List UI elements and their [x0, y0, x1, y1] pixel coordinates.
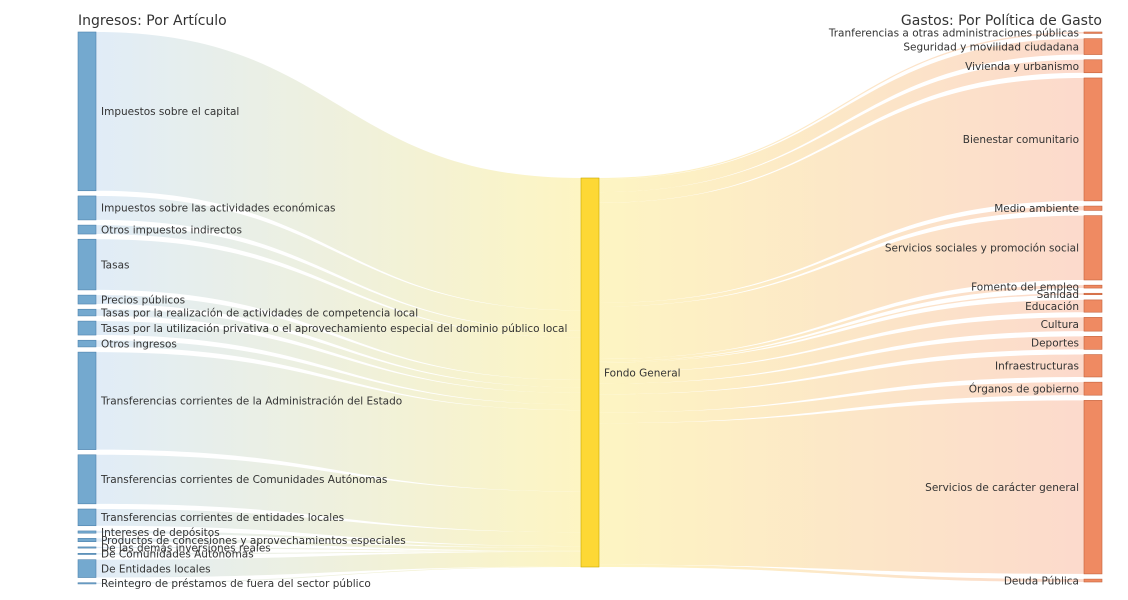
income-title: Ingresos: Por Artículo — [78, 13, 227, 29]
expense-node-fomento-del-empleo — [1083, 284, 1103, 289]
expense-label-cultura: Cultura — [1041, 319, 1079, 331]
expense-label-educacion: Educación — [1025, 301, 1079, 313]
income-node-de-entidades-locales — [77, 559, 97, 578]
expense-label-vivienda-y-urbanismo: Vivienda y urbanismo — [965, 61, 1079, 73]
income-label-transferencias-corrientes-de-entidades-locales: Transferencias corrientes de entidades l… — [100, 512, 344, 524]
expense-label-organos-de-gobierno: Órganos de gobierno — [969, 382, 1079, 395]
expense-node-deuda-publica — [1083, 578, 1103, 583]
income-label-reintegro-de-prestamos-de-fuera-del-sector-publico: Reintegro de préstamos de fuera del sect… — [101, 578, 371, 590]
income-node-productos-de-concesiones-y-aprovechamientos-especiales — [77, 538, 97, 543]
expense-node-educacion — [1083, 299, 1103, 313]
income-node-impuestos-sobre-el-capital — [77, 31, 97, 192]
income-label-precios-publicos: Precios públicos — [101, 294, 185, 306]
expense-title: Gastos: Por Política de Gasto — [901, 13, 1102, 29]
expense-node-deportes — [1083, 336, 1103, 350]
income-label-transferencias-corrientes-de-comunidades-autonomas: Transferencias corrientes de Comunidades… — [100, 474, 387, 486]
expense-label-bienestar-comunitario: Bienestar comunitario — [963, 134, 1079, 146]
income-node-transferencias-corrientes-de-comunidades-autonomas — [77, 454, 97, 505]
middle-node-label: Fondo General — [604, 367, 681, 379]
income-label-otros-ingresos: Otros ingresos — [101, 338, 177, 350]
income-node-intereses-de-depositos — [77, 530, 97, 534]
income-label-impuestos-sobre-las-actividades-economicas: Impuestos sobre las actividades económic… — [101, 203, 336, 215]
income-label-transferencias-corrientes-de-la-administracion-del-estado: Transferencias corrientes de la Administ… — [100, 396, 402, 408]
expense-node-servicios-de-caracter-general — [1083, 400, 1103, 575]
income-node-transferencias-corrientes-de-la-administracion-del-estado — [77, 351, 97, 450]
income-node-tasas-por-la-realizacion-de-actividades-de-competencia-local — [77, 308, 97, 317]
income-label-tasas-por-la-realizacion-de-actividades-de-competencia-local: Tasas por la realización de actividades … — [100, 307, 418, 319]
expense-label-deportes: Deportes — [1031, 338, 1079, 350]
income-label-impuestos-sobre-el-capital: Impuestos sobre el capital — [101, 106, 239, 118]
middle-node-fondo-general — [580, 177, 600, 568]
income-node-otros-impuestos-indirectos — [77, 224, 97, 235]
income-node-precios-publicos — [77, 294, 97, 305]
income-node-de-las-demas-inversiones-reales — [77, 546, 97, 549]
expense-node-organos-de-gobierno — [1083, 381, 1103, 396]
expense-label-infraestructuras: Infraestructuras — [995, 361, 1079, 373]
income-label-de-comunidades-autonomas: De Comunidades Autónomas — [101, 549, 254, 561]
income-node-otros-ingresos — [77, 339, 97, 348]
income-node-transferencias-corrientes-de-entidades-locales — [77, 508, 97, 527]
income-label-tasas: Tasas — [100, 259, 130, 271]
expense-node-seguridad-y-movilidad-ciudadana — [1083, 38, 1103, 55]
expense-label-medio-ambiente: Medio ambiente — [994, 203, 1079, 215]
expense-label-deuda-publica: Deuda Pública — [1004, 575, 1079, 587]
expense-node-infraestructuras — [1083, 354, 1103, 378]
expense-label-servicios-sociales-y-promocion-social: Servicios sociales y promoción social — [885, 243, 1079, 255]
income-node-tasas — [77, 238, 97, 291]
sankey-chart: Impuestos sobre el capital Impuestos sobr… — [77, 13, 1103, 590]
expense-node-medio-ambiente — [1083, 205, 1103, 211]
expense-label-sanidad: Sanidad — [1037, 289, 1079, 301]
expense-node-tranferencias-a-otras-administraciones-publicas — [1083, 31, 1103, 34]
income-node-tasas-por-la-utilizacion-privativa-o-el-aprovechamiento-especial-del-dominio-publico-local — [77, 320, 97, 336]
income-label-tasas-por-la-utilizacion-privativa-o-el-aprovechamiento-especial-del-dominio-publico-local: Tasas por la utilización privativa o el … — [100, 323, 567, 335]
income-label-de-entidades-locales: De Entidades locales — [101, 563, 211, 575]
expense-node-vivienda-y-urbanismo — [1083, 59, 1103, 74]
income-node-impuestos-sobre-las-actividades-economicas — [77, 195, 97, 221]
expense-label-servicios-de-caracter-general: Servicios de carácter general — [925, 482, 1079, 494]
income-node-de-comunidades-autonomas — [77, 553, 97, 555]
expense-node-servicios-sociales-y-promocion-social — [1083, 215, 1103, 281]
expense-node-cultura — [1083, 317, 1103, 332]
expense-node-bienestar-comunitario — [1083, 77, 1103, 202]
income-label-otros-impuestos-indirectos: Otros impuestos indirectos — [101, 224, 242, 236]
expense-node-sanidad — [1083, 292, 1103, 296]
expense-label-tranferencias-a-otras-administraciones-publicas: Tranferencias a otras administraciones p… — [828, 28, 1079, 40]
expense-label-seguridad-y-movilidad-ciudadana: Seguridad y movilidad ciudadana — [903, 41, 1079, 53]
income-node-reintegro-de-prestamos-de-fuera-del-sector-publico — [77, 582, 97, 585]
